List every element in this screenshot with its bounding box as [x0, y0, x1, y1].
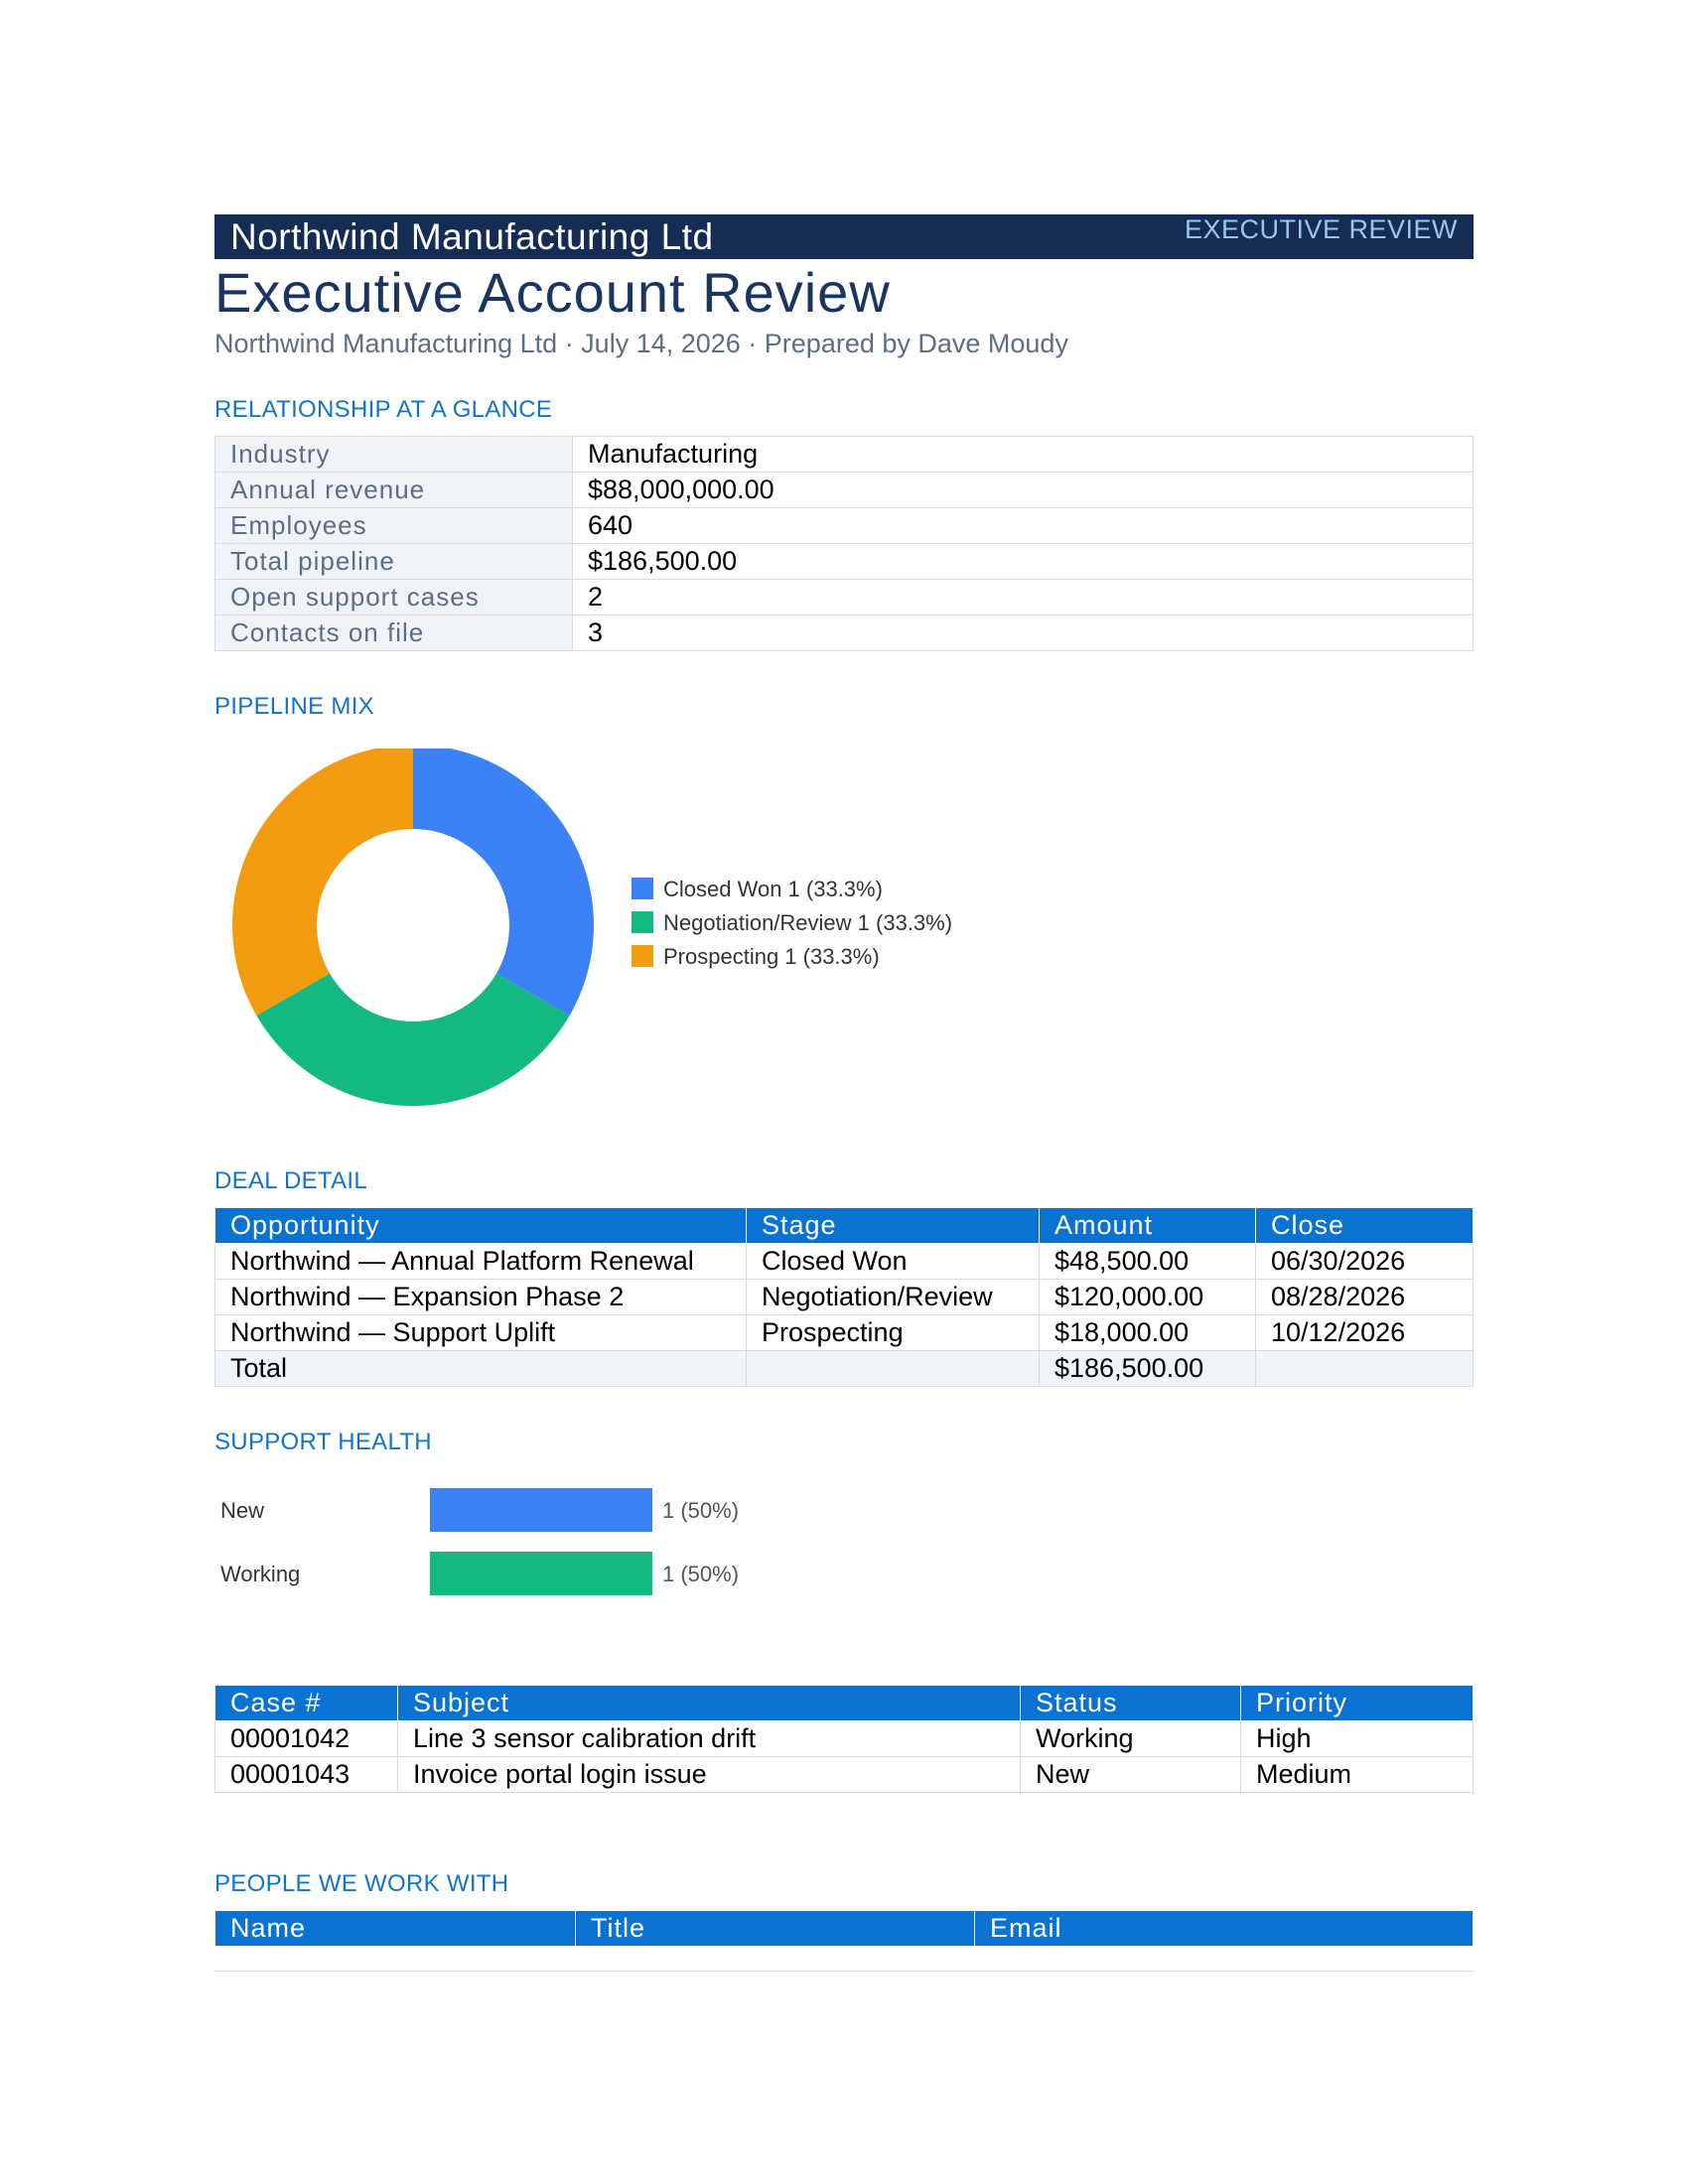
status-bar: [430, 1488, 652, 1532]
deal-close-date: 06/30/2026: [1255, 1243, 1474, 1280]
case-status: New: [1020, 1756, 1241, 1793]
table-row: Contacts on file 3: [214, 614, 1474, 651]
glance-value: $88,000,000.00: [572, 472, 1474, 508]
case-subject: Line 3 sensor calibration drift: [397, 1720, 1021, 1757]
donut-slice: [256, 973, 570, 1106]
status-bar: [430, 1552, 652, 1595]
total-amount: $186,500.00: [1039, 1350, 1256, 1387]
total-label: Total: [214, 1350, 747, 1387]
glance-table: Industry Manufacturing Annual revenue $8…: [214, 436, 1474, 651]
deal-stage: Prospecting: [746, 1314, 1040, 1351]
case-priority: High: [1240, 1720, 1474, 1757]
pipeline-heading: PIPELINE MIX: [214, 693, 374, 720]
table-row: Open support cases 2: [214, 579, 1474, 615]
donut-slice: [413, 745, 594, 1016]
bar-category-label: New: [220, 1498, 264, 1523]
column-header: Name: [214, 1910, 576, 1947]
table-header-row: Name Title Email: [214, 1910, 1474, 1947]
deal-amount: $120,000.00: [1039, 1279, 1256, 1315]
bar-value-label: 1 (50%): [662, 1498, 739, 1523]
column-header: Case #: [214, 1685, 398, 1721]
glance-value: 640: [572, 507, 1474, 544]
glance-value: Manufacturing: [572, 436, 1474, 473]
table-row: Industry Manufacturing: [214, 436, 1474, 473]
case-subject: Invoice portal login issue: [397, 1756, 1021, 1793]
total-empty-cell: [1255, 1350, 1474, 1387]
support-cases-table: Case # Subject Status Priority 00001042 …: [214, 1685, 1474, 1793]
case-status: Working: [1020, 1720, 1241, 1757]
people-table-empty-body: [214, 1947, 1474, 1972]
legend-label: Prospecting 1 (33.3%): [663, 944, 880, 969]
deal-close-date: 10/12/2026: [1255, 1314, 1474, 1351]
glance-label: Annual revenue: [214, 472, 573, 508]
total-empty-cell: [746, 1350, 1040, 1387]
banner-report-tag: EXECUTIVE REVIEW: [1184, 214, 1458, 244]
case-number: 00001043: [214, 1756, 398, 1793]
column-header: Title: [575, 1910, 975, 1947]
legend-label: Closed Won 1 (33.3%): [663, 877, 883, 901]
bar-value-label: 1 (50%): [662, 1562, 739, 1586]
glance-heading: RELATIONSHIP AT A GLANCE: [214, 396, 553, 423]
deal-opportunity: Northwind — Expansion Phase 2: [214, 1279, 747, 1315]
glance-label: Total pipeline: [214, 543, 573, 580]
column-header: Email: [974, 1910, 1474, 1947]
glance-label: Employees: [214, 507, 573, 544]
legend-swatch: [632, 945, 653, 967]
legend-swatch: [632, 878, 653, 899]
table-row: 00001042 Line 3 sensor calibration drift…: [214, 1720, 1474, 1757]
table-row: Northwind — Expansion Phase 2 Negotiatio…: [214, 1279, 1474, 1315]
table-row: 00001043 Invoice portal login issue New …: [214, 1756, 1474, 1793]
table-row: Northwind — Annual Platform Renewal Clos…: [214, 1243, 1474, 1280]
table-header-row: Opportunity Stage Amount Close: [214, 1207, 1474, 1244]
legend-swatch: [632, 911, 653, 933]
table-row: Total pipeline $186,500.00: [214, 543, 1474, 580]
deal-stage: Negotiation/Review: [746, 1279, 1040, 1315]
deal-amount: $48,500.00: [1039, 1243, 1256, 1280]
legend-label: Negotiation/Review 1 (33.3%): [663, 910, 952, 935]
bar-category-label: Working: [220, 1562, 300, 1586]
column-header: Priority: [1240, 1685, 1474, 1721]
donut-slice: [232, 745, 413, 1016]
column-header: Status: [1020, 1685, 1241, 1721]
glance-label: Industry: [214, 436, 573, 473]
deal-stage: Closed Won: [746, 1243, 1040, 1280]
glance-value: 3: [572, 614, 1474, 651]
banner-company-name: Northwind Manufacturing Ltd: [230, 216, 714, 257]
deal-close-date: 08/28/2026: [1255, 1279, 1474, 1315]
pipeline-chart: Closed Won 1 (33.3%) Negotiation/Review 1…: [214, 745, 1474, 1122]
pipeline-donut-chart: Closed Won 1 (33.3%) Negotiation/Review 1…: [232, 745, 952, 1106]
table-row: Annual revenue $88,000,000.00: [214, 472, 1474, 508]
deal-amount: $18,000.00: [1039, 1314, 1256, 1351]
column-header: Close: [1255, 1207, 1474, 1244]
people-table: Name Title Email: [214, 1910, 1474, 1947]
support-chart: New 1 (50%) Working 1 (50%): [214, 1478, 1474, 1677]
column-header: Subject: [397, 1685, 1021, 1721]
case-number: 00001042: [214, 1720, 398, 1757]
people-heading: PEOPLE WE WORK WITH: [214, 1870, 509, 1897]
glance-value: $186,500.00: [572, 543, 1474, 580]
column-header: Stage: [746, 1207, 1040, 1244]
support-heading: SUPPORT HEALTH: [214, 1429, 432, 1455]
report-title: Executive Account Review: [214, 261, 891, 324]
table-row: Northwind — Support Uplift Prospecting $…: [214, 1314, 1474, 1351]
glance-label: Contacts on file: [214, 614, 573, 651]
table-header-row: Case # Subject Status Priority: [214, 1685, 1474, 1721]
header-banner: Northwind Manufacturing Ltd EXECUTIVE RE…: [214, 214, 1474, 259]
column-header: Amount: [1039, 1207, 1256, 1244]
case-priority: Medium: [1240, 1756, 1474, 1793]
total-row: Total $186,500.00: [214, 1350, 1474, 1387]
deals-heading: DEAL DETAIL: [214, 1167, 368, 1194]
column-header: Opportunity: [214, 1207, 747, 1244]
deal-opportunity: Northwind — Annual Platform Renewal: [214, 1243, 747, 1280]
table-row: Employees 640: [214, 507, 1474, 544]
glance-label: Open support cases: [214, 579, 573, 615]
deal-opportunity: Northwind — Support Uplift: [214, 1314, 747, 1351]
deals-table: Opportunity Stage Amount Close Northwind…: [214, 1207, 1474, 1387]
glance-value: 2: [572, 579, 1474, 615]
support-status-bar-chart: New 1 (50%) Working 1 (50%): [220, 1488, 739, 1595]
report-subtitle: Northwind Manufacturing Ltd · July 14, 2…: [214, 329, 1068, 358]
report-page: Northwind Manufacturing Ltd EXECUTIVE RE…: [214, 214, 1474, 1972]
